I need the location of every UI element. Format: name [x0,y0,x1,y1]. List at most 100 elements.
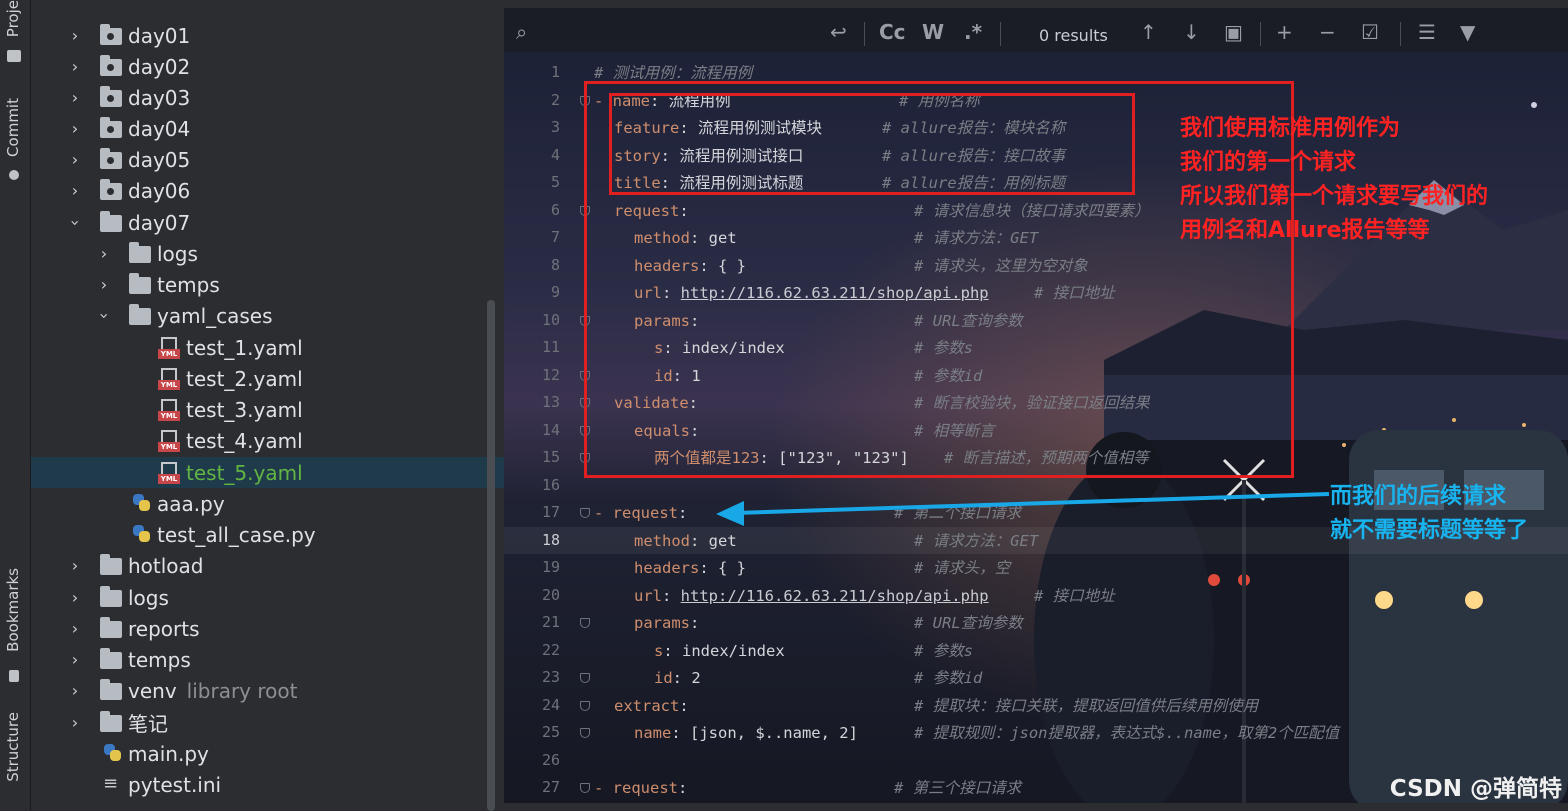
tree-item-day06[interactable]: › day06 [31,175,504,206]
tree-item-label: main.py [128,741,209,766]
yaml-key: extract [614,697,680,715]
tree-item-day01[interactable]: › day01 [31,20,504,51]
toolbar-divider [1000,22,1001,46]
select-all-icon[interactable]: ▣ [1224,20,1243,44]
whole-words-button[interactable]: W [922,20,944,44]
tree-item-day04[interactable]: › day04 [31,113,504,144]
tree-item-label: day01 [128,23,191,48]
tree-scrollbar[interactable] [487,300,495,811]
yaml-key: id [654,669,673,687]
chevron-right-icon[interactable]: › [68,182,82,198]
comment: # 第三个接口请求 [894,779,1022,797]
replace-icon[interactable]: ↩ [830,20,847,44]
tree-item-logs[interactable]: › logs [31,238,504,269]
yaml-file-icon: YML [158,399,180,421]
chevron-down-icon[interactable]: › [66,216,85,230]
project-tool-button[interactable]: Proje [4,0,22,37]
tree-item-day07[interactable]: › day07 [31,207,504,238]
tree-item-hotload[interactable]: › hotload [31,550,504,581]
code-line-22[interactable]: s: index/index # 参数s [654,641,973,661]
chevron-right-icon[interactable]: › [68,120,82,136]
yaml-key: request [612,779,678,797]
code-line-19[interactable]: headers: { } # 请求头，空 [634,558,1010,578]
tree-item-day03[interactable]: › day03 [31,82,504,113]
chevron-right-icon[interactable]: › [68,714,82,730]
chevron-right-icon[interactable]: › [68,58,82,74]
bookmarks-tool-button[interactable]: Bookmarks [4,568,22,652]
tree-item-day05[interactable]: › day05 [31,144,504,175]
add-occurrence-icon[interactable]: + [1276,20,1293,44]
fold-icon[interactable] [580,673,590,683]
fold-icon[interactable] [580,783,590,793]
tree-item-pytest-ini[interactable]: ≡ pytest.ini [31,769,504,800]
code-line-25[interactable]: name: [json, $..name, 2] # 提取规则：json提取器，表… [634,723,1339,743]
fold-icon[interactable] [580,701,590,711]
yaml-key: headers [634,559,700,577]
tree-item-yaml-cases[interactable]: › yaml_cases [31,300,504,331]
comment: # 请求头，空 [914,559,1011,577]
chevron-right-icon[interactable]: › [68,589,82,605]
filter-icon[interactable]: ▼ [1460,20,1475,44]
tree-item-test-5-yaml[interactable]: YML test_5.yaml [31,457,504,488]
fold-icon[interactable] [580,618,590,628]
line-number: 24 [541,696,560,714]
tree-item-test-all-case-py[interactable]: test_all_case.py [31,519,504,550]
tree-item-test-2-yaml[interactable]: YML test_2.yaml [31,363,504,394]
match-case-button[interactable]: Cc [879,20,906,44]
chevron-right-icon[interactable]: › [97,276,111,292]
tree-item-test-1-yaml[interactable]: YML test_1.yaml [31,332,504,363]
module-folder-icon [100,55,122,76]
tree-item-notes[interactable]: › 笔记 [31,707,504,738]
tree-item-label: logs [157,241,198,266]
chevron-right-icon[interactable]: › [68,557,82,573]
remove-occurrence-icon[interactable]: − [1319,20,1336,44]
code-line-21[interactable]: params: # URL查询参数 [634,613,1023,633]
regex-button[interactable]: .* [964,20,982,44]
line-number: 22 [541,641,560,659]
chevron-right-icon[interactable]: › [68,651,82,667]
tree-item-day02[interactable]: › day02 [31,51,504,82]
filter-options-icon[interactable]: ☰ [1418,20,1436,44]
tree-item-test-4-yaml[interactable]: YML test_4.yaml [31,425,504,456]
previous-occurrence-icon[interactable]: ↑ [1140,20,1157,44]
tree-item-reports[interactable]: › reports [31,613,504,644]
tree-item-label: test_1.yaml [186,335,303,360]
line-number: 17 [541,503,560,521]
fold-icon[interactable] [580,728,590,738]
structure-tool-button[interactable]: Structure [4,712,22,782]
url-link[interactable]: http://116.62.63.211/shop/api.php [681,587,989,605]
select-all-occurrences-icon[interactable]: ☑ [1361,20,1379,44]
chevron-right-icon[interactable]: › [97,245,111,261]
code-line-23[interactable]: id: 2 # 参数id [654,668,982,688]
commit-tool-button[interactable]: Commit [4,98,22,157]
fold-icon[interactable] [580,508,590,518]
next-occurrence-icon[interactable]: ↓ [1183,20,1200,44]
code-line-27[interactable]: - request: # 第三个接口请求 [594,778,1021,798]
tree-item-temps-root[interactable]: › temps [31,644,504,675]
tree-item-test-3-yaml[interactable]: YML test_3.yaml [31,394,504,425]
chevron-right-icon[interactable]: › [68,27,82,43]
code-line-24[interactable]: extract: # 提取块：接口关联，提取返回值供后续用例使用 [614,696,1258,716]
line-number: 25 [541,723,560,741]
code-line-1[interactable]: # 测试用例：流程用例 [594,63,752,83]
chevron-right-icon[interactable]: › [68,89,82,105]
tree-item-logs-root[interactable]: › logs [31,582,504,613]
code-editor[interactable]: ⌕ ↩ Cc W .* 0 results ↑ ↓ ▣ + − ☑ ☰ ▼ 1 … [504,0,1568,811]
tree-item-venv[interactable]: › venv library root [31,675,504,706]
chevron-down-icon[interactable]: › [95,309,114,323]
code-line-17[interactable]: - request: # 第二个接口请求 [594,503,1021,523]
search-icon[interactable]: ⌕ [516,20,527,44]
annotation-box-name-fields [609,93,1135,195]
code-line-20[interactable]: url: http://116.62.63.211/shop/api.php # … [634,586,1115,606]
annotation-arrow [716,492,1330,526]
tree-item-label: day02 [128,54,191,79]
chevron-right-icon[interactable]: › [68,682,82,698]
chevron-right-icon[interactable]: › [68,620,82,636]
library-root-hint: library root [186,678,298,703]
comment: # 测试用例：流程用例 [594,64,753,82]
tree-item-main-py[interactable]: main.py [31,738,504,769]
tree-item-label: test_all_case.py [157,522,316,547]
tree-item-temps[interactable]: › temps [31,269,504,300]
tree-item-aaa-py[interactable]: aaa.py [31,488,504,519]
chevron-right-icon[interactable]: › [68,151,82,167]
